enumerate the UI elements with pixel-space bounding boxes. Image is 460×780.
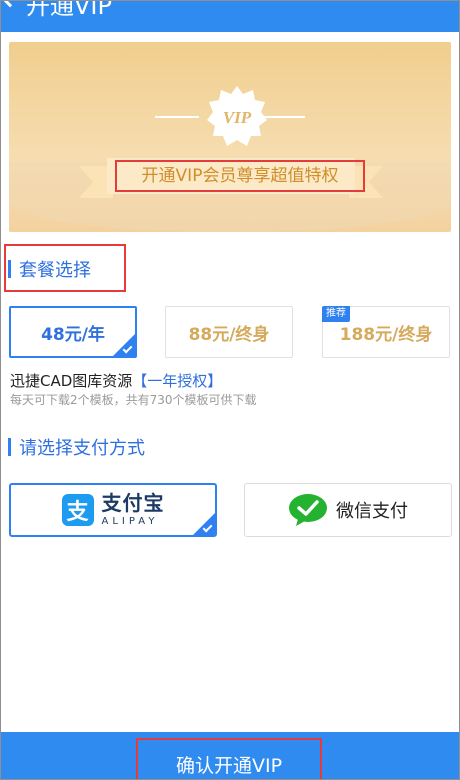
section-bar xyxy=(8,438,11,456)
wechat-logo-icon xyxy=(289,494,327,526)
back-arrow-icon[interactable] xyxy=(0,0,22,8)
plan-label: 88元/终身 xyxy=(188,324,270,345)
payment-title-text: 请选择支付方式 xyxy=(19,438,145,459)
wechat-pay-option[interactable]: 微信支付 xyxy=(244,483,452,537)
vip-banner: VIP 开通VIP会员尊享超值特权 xyxy=(9,42,451,232)
vip-purchase-page: VIP 开通VIP会员尊享超值特权 套餐选择 48元/年 88元/终身 188元… xyxy=(0,32,460,732)
badge-line-left xyxy=(155,116,199,118)
confirm-button[interactable]: 确认开通VIP xyxy=(136,738,322,780)
plan-label: 48元/年 xyxy=(41,324,105,345)
top-bar: 开通VIP xyxy=(0,0,460,32)
plan-info: 迅捷CAD图库资源【一年授权】 xyxy=(10,370,222,391)
selected-corner xyxy=(193,513,215,535)
plan-yearly[interactable]: 48元/年 xyxy=(9,306,137,358)
plan-lifetime-88[interactable]: 88元/终身 xyxy=(165,306,293,358)
page-title: 开通VIP xyxy=(26,0,112,20)
plan-label: 188元/终身 xyxy=(339,324,433,345)
vip-slogan: 开通VIP会员尊享超值特权 xyxy=(115,160,365,192)
alipay-sub: ALIPAY xyxy=(101,516,159,527)
alipay-logo-icon: 支 xyxy=(61,494,94,526)
plan-description: 每天可下载2个模板，共有730个模板可供下载 xyxy=(10,393,257,407)
wechat-name: 微信支付 xyxy=(336,501,408,522)
recommend-tag: 推荐 xyxy=(322,306,350,322)
alipay-text: 支付宝 ALIPAY xyxy=(102,493,165,527)
vip-badge-icon: VIP xyxy=(207,86,267,146)
plan-info-name: 迅捷CAD图库资源 xyxy=(10,372,133,390)
vip-badge-text: VIP xyxy=(223,108,252,127)
payment-section-title: 请选择支付方式 xyxy=(8,432,145,462)
plan-info-highlight: 【一年授权】 xyxy=(132,372,223,390)
confirm-bar[interactable]: 确认开通VIP xyxy=(0,732,460,780)
selected-corner xyxy=(113,334,135,356)
alipay-name: 支付宝 xyxy=(101,491,165,515)
alipay-option[interactable]: 支 支付宝 ALIPAY xyxy=(9,483,217,537)
section-bar xyxy=(8,260,11,278)
plans-title-text: 套餐选择 xyxy=(19,260,91,281)
plans-section-title: 套餐选择 xyxy=(8,254,91,284)
